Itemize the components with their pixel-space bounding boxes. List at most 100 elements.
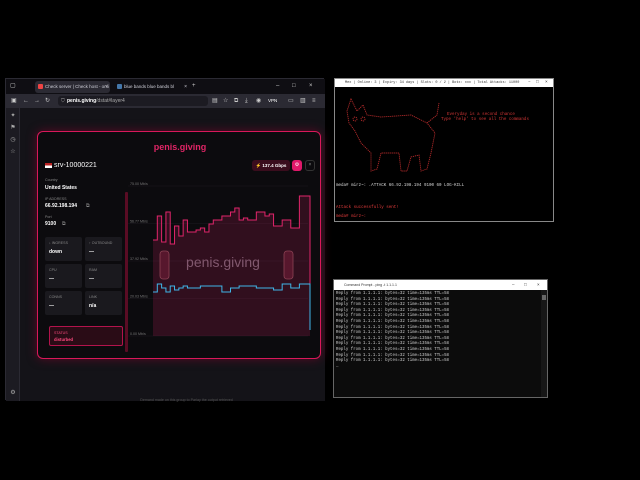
ai-icon[interactable]: ✦ — [9, 112, 17, 120]
tab-blue-bands[interactable]: blue bands blue bands bl × — [114, 81, 189, 93]
y-tick-label: 56.77 Mb/s — [130, 220, 148, 224]
ping-reply-line: Reply from 1.1.1.1: bytes=32 time=135ms … — [336, 303, 450, 308]
status-label: STATUS — [54, 331, 68, 335]
country-label: Country — [45, 178, 58, 182]
settings-icon[interactable]: ⚙ — [9, 389, 17, 397]
tab-list-icon[interactable]: ▢ — [10, 81, 16, 91]
copy-icon[interactable]: ⧉ — [86, 203, 90, 209]
terminal-title: Mex | Online: 3 | Expiry: 34 days | Slot… — [335, 79, 553, 87]
close-button[interactable]: × — [305, 160, 315, 171]
tab-check-server[interactable]: Check server | Check host - onli × — [35, 81, 110, 93]
back-icon[interactable]: ← — [23, 96, 29, 106]
url-bar[interactable]: ⛉ penis.giving/dstat#layer4 — [58, 96, 208, 106]
bookmark-icon[interactable]: ☆ — [223, 96, 228, 106]
bookmarks-icon[interactable]: ⚑ — [9, 124, 17, 132]
us-flag-icon — [45, 163, 52, 168]
cell-value: — — [49, 276, 54, 282]
url-domain: penis.giving — [67, 98, 97, 104]
cell-label: RAM — [89, 268, 97, 272]
history-icon[interactable]: ◷ — [9, 136, 17, 144]
speed-badge: ⚡ 137.4 Gbps — [252, 160, 290, 171]
close-icon[interactable]: × — [537, 281, 540, 289]
tab-bar: ▢ Check server | Check host - onli × blu… — [6, 79, 325, 94]
ping-reply-line: Reply from 1.1.1.1: bytes=32 time=135ms … — [336, 331, 450, 336]
y-tick-label: 37.92 Mb/s — [130, 257, 148, 261]
gear-button[interactable]: ⚙ — [292, 160, 302, 171]
forward-icon[interactable]: → — [34, 96, 40, 106]
help-hint: Type 'help' to see all the commands — [441, 118, 529, 122]
wallet-icon[interactable]: ▭ — [288, 96, 294, 106]
motd-line: Everyday is a second chance — [447, 113, 515, 117]
sidebar-toggle-icon[interactable]: ▣ — [11, 96, 17, 106]
chart-y-ticks: 75.00 Mb/s 56.77 Mb/s 37.92 Mb/s 20.03 Mb/s… — [130, 182, 148, 336]
bandwidth-chart: 75.00 Mb/s 56.77 Mb/s 37.92 Mb/s 20.03 Mb/s… — [128, 182, 311, 337]
dstat-panel: penis.giving srv-10000221 ⚡ 137.4 Gbps ⚙… — [37, 131, 321, 359]
cell-value: — — [49, 303, 54, 309]
country-value: United States — [45, 185, 77, 191]
minimize-icon[interactable]: – — [276, 81, 279, 91]
prompt-line[interactable]: meda# mirz~: — [336, 215, 366, 219]
cell-value: down — [49, 249, 63, 255]
ping-reply-line: Reply from 1.1.1.1: bytes=32 time=135ms … — [336, 353, 450, 358]
ping-reply-line: Reply from 1.1.1.1: bytes=32 time=135ms … — [336, 325, 450, 330]
ip-label: IP ADDRESS — [45, 197, 67, 201]
cmd-cursor[interactable]: _ — [336, 364, 338, 368]
reader-icon[interactable]: ▤ — [212, 96, 218, 106]
outbound-cell: ↑ OUTBOUND — — [85, 237, 122, 261]
extensions-icon[interactable]: ⧉ — [234, 96, 238, 106]
copy-icon[interactable]: ⧉ — [62, 221, 66, 227]
page-content: penis.giving srv-10000221 ⚡ 137.4 Gbps ⚙… — [20, 108, 325, 402]
minimize-icon[interactable]: – — [512, 281, 515, 289]
nav-bar: ▣ ← → ↻ ⛉ penis.giving/dstat#layer4 ▤ ☆ … — [6, 94, 325, 108]
maximize-icon[interactable]: □ — [292, 81, 296, 91]
account-icon[interactable]: ◉ — [256, 96, 261, 106]
ingress-cell: ↓ INGRESS down — [45, 237, 82, 261]
chart-series — [153, 195, 311, 336]
y-tick-label: 0.00 Mb/s — [130, 332, 146, 336]
y-tick-label: 75.00 Mb/s — [130, 182, 148, 186]
ping-reply-line: Reply from 1.1.1.1: bytes=32 time=135ms … — [336, 292, 450, 296]
speed-value: 137.4 Gbps — [262, 163, 287, 168]
close-icon[interactable]: × — [545, 79, 548, 87]
scrollbar[interactable] — [541, 290, 547, 397]
botnet-terminal: Mex | Online: 3 | Expiry: 34 days | Slot… — [334, 78, 554, 222]
ping-reply-line: Reply from 1.1.1.1: bytes=32 time=135ms … — [336, 336, 450, 341]
status-badge: STATUS disturbed — [49, 326, 123, 346]
vpn-button[interactable]: VPN — [268, 96, 277, 106]
new-tab-icon[interactable]: + — [192, 81, 196, 91]
series-area — [153, 196, 310, 336]
ping-reply-line: Reply from 1.1.1.1: bytes=32 time=135ms … — [336, 342, 450, 347]
tab-label: blue bands blue bands bl — [124, 84, 175, 89]
menu-icon[interactable]: ≡ — [312, 96, 316, 106]
server-info: Country United States IP ADDRESS 66.92.1… — [45, 178, 125, 353]
cat-ascii-art — [346, 97, 440, 172]
cell-value: — — [89, 249, 94, 255]
maximize-icon[interactable]: □ — [524, 281, 527, 289]
sidebar-right-icon[interactable]: ▥ — [300, 96, 306, 106]
cell-label: ↑ OUTBOUND — [89, 241, 113, 245]
ping-reply-line: Reply from 1.1.1.1: bytes=32 time=135ms … — [336, 359, 450, 364]
ping-reply-line: Reply from 1.1.1.1: bytes=32 time=135ms … — [336, 348, 450, 352]
y-tick-label: 20.03 Mb/s — [130, 295, 148, 299]
url-path: /dstat#layer4 — [96, 98, 125, 104]
favorites-icon[interactable]: ☆ — [9, 148, 17, 156]
scrollbar-thumb[interactable] — [542, 295, 546, 300]
port-label: Port — [45, 215, 52, 219]
close-window-icon[interactable]: × — [309, 81, 313, 91]
command-prompt-window: Command Prompt - ping -t 1.1.1.1 – □ × R… — [333, 279, 548, 398]
ping-reply-line: Reply from 1.1.1.1: bytes=32 time=135ms … — [336, 320, 450, 324]
close-icon[interactable]: × — [184, 81, 187, 93]
minimize-icon[interactable]: – — [528, 79, 531, 87]
link-cell: LINK n/a — [85, 291, 122, 315]
download-icon[interactable]: ⤓ — [245, 96, 248, 106]
site-icon — [117, 84, 122, 89]
cell-value: n/a — [89, 303, 97, 309]
attack-result: Attack successfully sent! — [336, 206, 399, 210]
bolt-icon: ⚡ — [255, 163, 262, 168]
site-icon — [38, 84, 43, 89]
maximize-icon[interactable]: □ — [536, 79, 539, 87]
close-icon[interactable]: × — [105, 81, 108, 93]
browser-sidebar: ✦ ⚑ ◷ ☆ ⚙ — [6, 108, 20, 401]
shield-icon: ⛉ — [61, 98, 65, 104]
reload-icon[interactable]: ↻ — [45, 96, 50, 106]
